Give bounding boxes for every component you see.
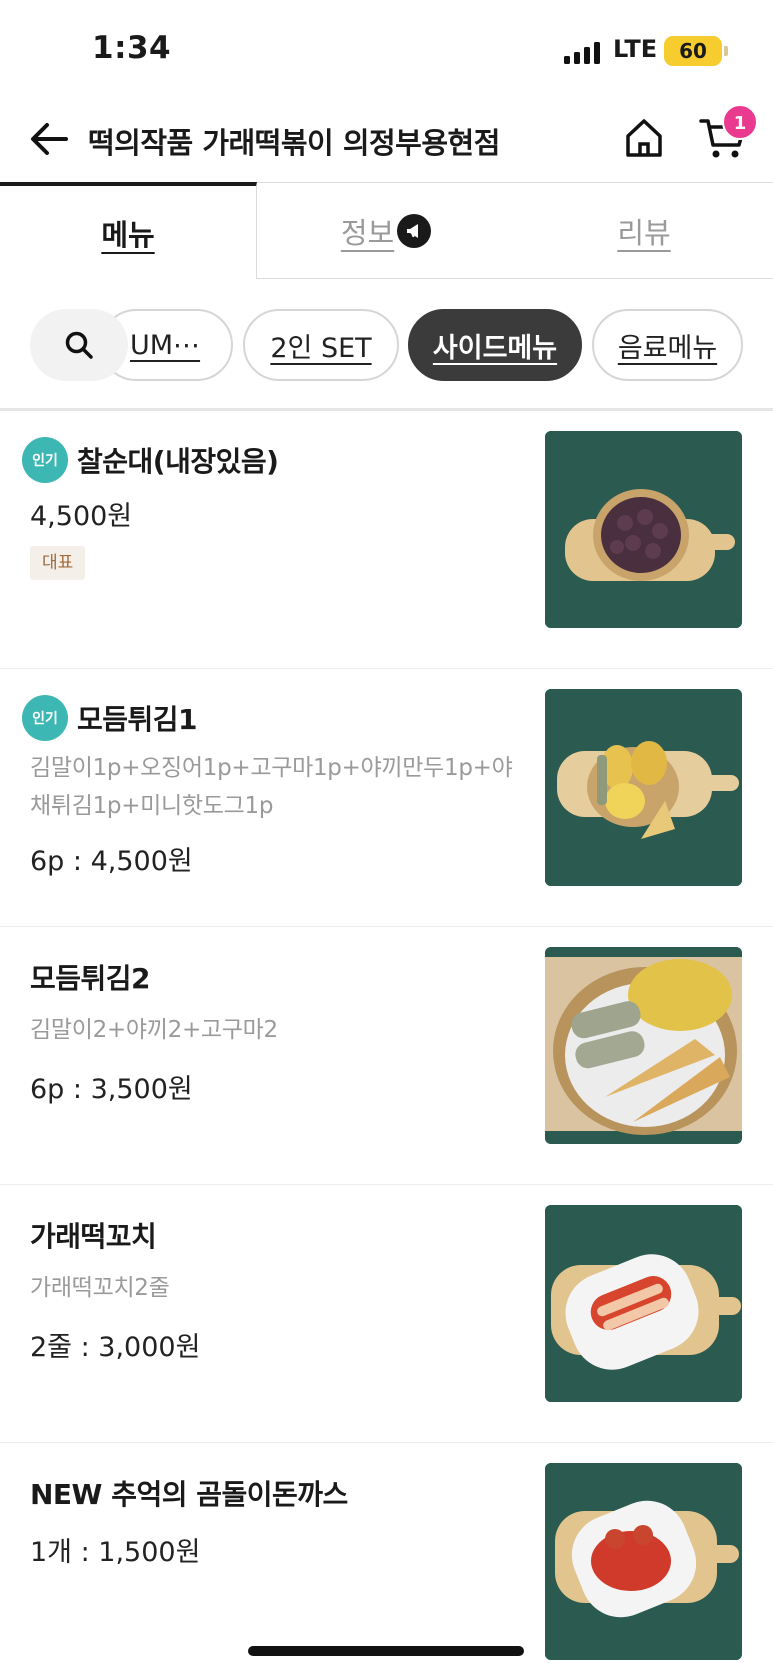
item-name-row: 모듬튀김2 (30, 957, 151, 997)
tab-info-label: 정보 (340, 215, 395, 250)
battery-tip (724, 46, 728, 56)
item-name: 모듬튀김1 (77, 703, 198, 736)
item-name: 찰순대(내장있음) (77, 445, 279, 478)
category-chip-drinks[interactable]: 음료메뉴 (592, 309, 743, 381)
menu-item-mixed-fried-2[interactable]: 모듬튀김2 김말이2+야끼2+고구마2 6p : 3,500원 (0, 927, 773, 1185)
arrow-left-icon (31, 123, 68, 155)
category-chips: UM⋯ 2인 SET 사이드메뉴 음료메뉴 (0, 307, 773, 381)
menu-item-sundae[interactable]: 인기 찰순대(내장있음) 4,500원 대표 (0, 411, 773, 669)
store-tabs: 메뉴 정보 리뷰 (0, 182, 773, 279)
item-image-rice-cake-skewer (545, 1205, 742, 1402)
tab-menu[interactable]: 메뉴 (0, 182, 257, 279)
tab-review-label: 리뷰 (617, 215, 671, 250)
item-name: 모듬튀김2 (30, 962, 151, 995)
status-time: 1:34 (92, 30, 172, 66)
item-price: 4,500원 (30, 501, 133, 532)
menu-list: 인기 찰순대(내장있음) 4,500원 대표 인기 모듬튀김1 김말이1p+오징… (0, 411, 773, 1673)
item-name-row: 인기 찰순대(내장있음) (22, 437, 279, 483)
cart-count-badge: 1 (722, 104, 758, 140)
category-chip-side-menu[interactable]: 사이드메뉴 (408, 309, 582, 381)
category-chip-2set[interactable]: 2인 SET (243, 309, 399, 381)
menu-search-button[interactable] (30, 309, 128, 381)
item-price: 6p : 4,500원 (30, 846, 193, 877)
item-image-mixed-fried-2 (545, 947, 742, 1144)
menu-item-mixed-fried-1[interactable]: 인기 모듬튀김1 김말이1p+오징어1p+고구마1p+야끼만두1p+야채튀김1p… (0, 669, 773, 927)
home-button[interactable] (622, 116, 666, 160)
signal-icon (564, 42, 600, 64)
item-name-row: 가래떡꼬치 (30, 1215, 157, 1255)
status-bar: 1:34 LTE 60 (0, 0, 773, 100)
item-price: 2줄 : 3,000원 (30, 1332, 201, 1363)
tab-review[interactable]: 리뷰 (515, 182, 773, 279)
item-description: 가래떡꼬치2줄 (30, 1275, 170, 1301)
battery-icon: 60 (664, 36, 722, 66)
menu-item-rice-cake-skewer[interactable]: 가래떡꼬치 가래떡꼬치2줄 2줄 : 3,000원 (0, 1185, 773, 1443)
back-button[interactable] (28, 118, 70, 160)
item-price: 6p : 3,500원 (30, 1074, 193, 1105)
item-name-row: NEW 추억의 곰돌이돈까스 (30, 1473, 348, 1513)
search-icon (65, 331, 93, 359)
item-description: 김말이1p+오징어1p+고구마1p+야끼만두1p+야채튀김1p+미니핫도그1p (30, 755, 513, 819)
item-image-bear-cutlet (545, 1463, 742, 1660)
megaphone-icon (397, 213, 432, 248)
item-description: 김말이2+야끼2+고구마2 (30, 1017, 278, 1043)
store-title: 떡의작품 가래떡볶이 의정부용현점 (88, 126, 500, 160)
app-header: 떡의작품 가래떡볶이 의정부용현점 (0, 100, 773, 182)
home-icon (626, 119, 662, 157)
item-image-sundae (545, 431, 742, 628)
popular-badge: 인기 (22, 437, 68, 483)
item-name-row: 인기 모듬튀김1 (22, 695, 198, 741)
tab-info[interactable]: 정보 (257, 182, 515, 279)
representative-tag: 대표 (30, 546, 86, 580)
tab-menu-label: 메뉴 (101, 217, 155, 252)
home-indicator (248, 1646, 524, 1656)
menu-item-bear-cutlet[interactable]: NEW 추억의 곰돌이돈까스 1개 : 1,500원 (0, 1443, 773, 1673)
item-name: NEW 추억의 곰돌이돈까스 (30, 1478, 348, 1511)
item-name: 가래떡꼬치 (30, 1220, 157, 1253)
item-image-mixed-fried-1 (545, 689, 742, 886)
popular-badge: 인기 (22, 695, 68, 741)
item-price: 1개 : 1,500원 (30, 1537, 201, 1568)
network-label: LTE (613, 35, 658, 63)
